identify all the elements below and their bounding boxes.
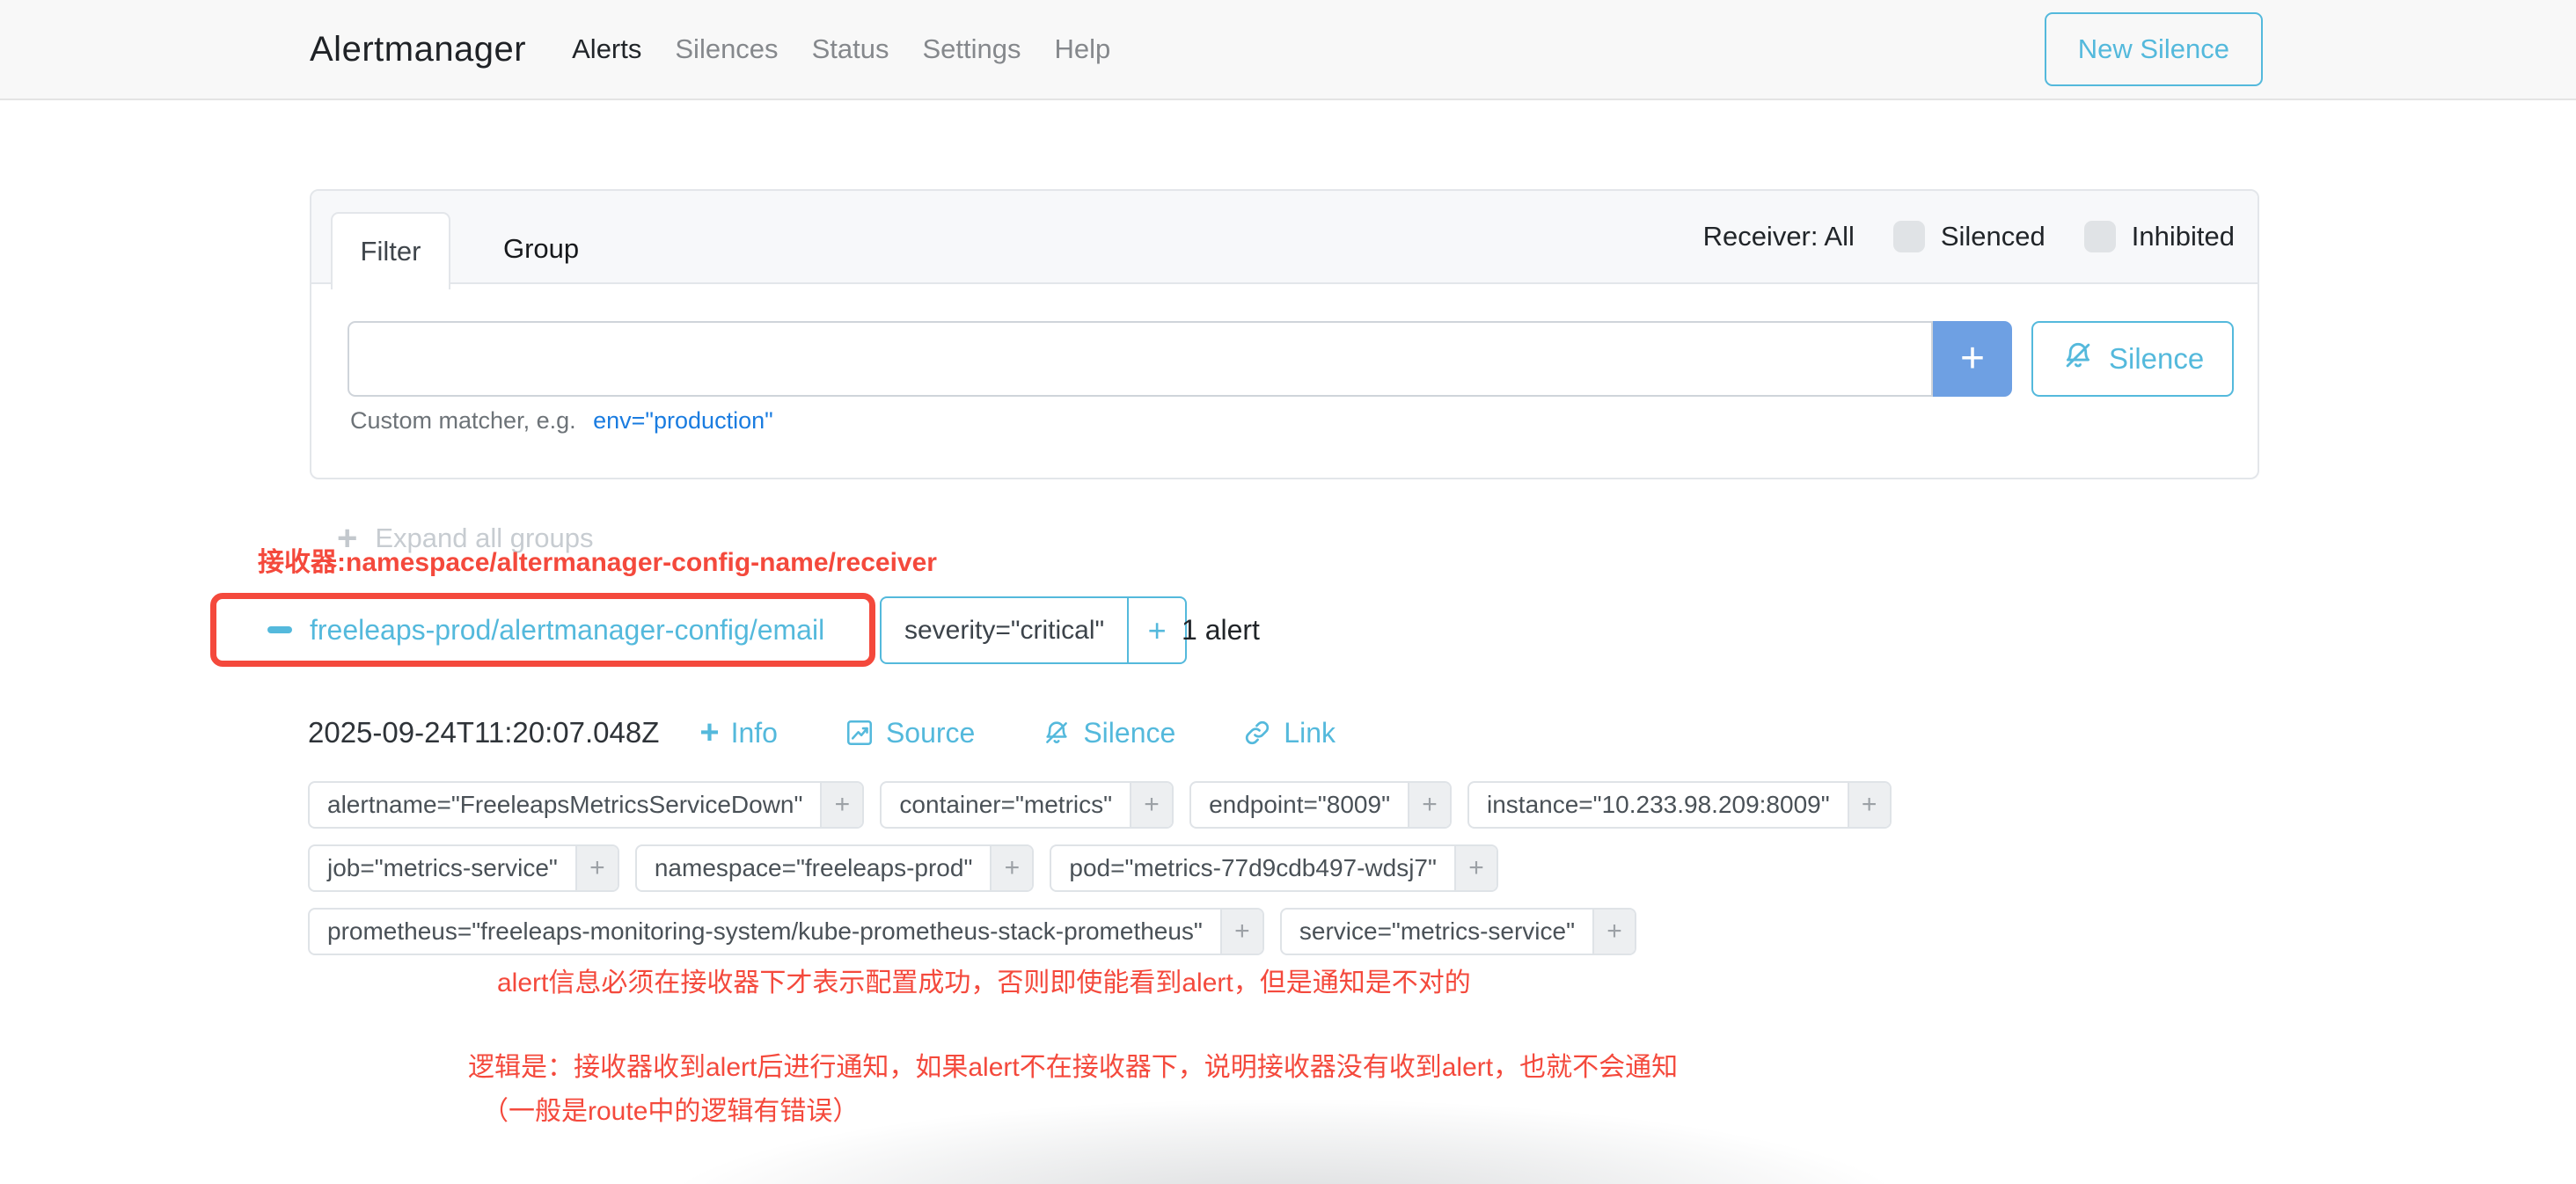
matcher-helper: Custom matcher, e.g. env="production"	[350, 407, 773, 435]
add-matcher-button[interactable]: +	[1933, 321, 2012, 397]
filter-silence-label: Silence	[2109, 342, 2204, 376]
alert-label-tag: service="metrics-service"+	[1280, 908, 1636, 955]
page: Alertmanager Alerts Silences Status Sett…	[0, 0, 2576, 1184]
alert-label-tag: prometheus="freeleaps-monitoring-system/…	[308, 908, 1264, 955]
annotation-logic-note: 逻辑是：接收器收到alert后进行通知，如果alert不在接收器下，说明接收器没…	[468, 1045, 1678, 1084]
filter-options: Receiver: All Silenced Inhibited	[1703, 191, 2235, 282]
alert-label-text: namespace="freeleaps-prod"	[637, 846, 991, 890]
alert-timestamp: 2025-09-24T11:20:07.048Z	[308, 716, 659, 749]
receiver-filter[interactable]: Receiver: All	[1703, 221, 1855, 252]
annotation-logic-note-2: （一般是route中的逻辑有错误）	[482, 1089, 859, 1128]
annotation-alert-note: alert信息必须在接收器下才表示配置成功，否则即使能看到alert，但是通知是…	[497, 961, 1471, 999]
alert-label-text: job="metrics-service"	[310, 846, 575, 890]
label-row: alertname="FreeleapsMetricsServiceDown"+…	[308, 781, 1892, 829]
group-receiver-name: freeleaps-prod/alertmanager-config/email	[310, 614, 824, 647]
inhibited-label: Inhibited	[2132, 221, 2235, 252]
filter-card: Filter Group Receiver: All Silenced Inhi…	[310, 189, 2259, 479]
filter-silence-button[interactable]: Silence	[2031, 321, 2234, 397]
nav-item-alerts[interactable]: Alerts	[572, 33, 641, 65]
main-nav: Alerts Silences Status Settings Help	[572, 33, 1110, 65]
alert-count: 1 alert	[1182, 596, 1260, 664]
alert-label-text: pod="metrics-77d9cdb497-wdsj7"	[1051, 846, 1454, 890]
alert-label-text: container="metrics"	[882, 783, 1130, 827]
add-group-matcher-button[interactable]: +	[1127, 598, 1185, 662]
alert-label-text: alertname="FreeleapsMetricsServiceDown"	[310, 783, 820, 827]
label-row: prometheus="freeleaps-monitoring-system/…	[308, 908, 1892, 955]
alert-label-tag: container="metrics"+	[880, 781, 1174, 829]
nav-item-silences[interactable]: Silences	[675, 33, 778, 65]
info-button[interactable]: + Info	[699, 716, 778, 749]
alert-labels: alertname="FreeleapsMetricsServiceDown"+…	[308, 781, 1892, 971]
tab-filter[interactable]: Filter	[331, 212, 450, 289]
alert-actions: + Info Source	[699, 716, 1336, 749]
matcher-helper-text: Custom matcher, e.g.	[350, 407, 576, 434]
app-brand[interactable]: Alertmanager	[310, 30, 526, 69]
nav-item-status[interactable]: Status	[812, 33, 889, 65]
alert-label-tag: endpoint="8009"+	[1189, 781, 1452, 829]
add-label-filter-button[interactable]: +	[990, 846, 1032, 890]
add-label-filter-button[interactable]: +	[1454, 846, 1497, 890]
alert-label-tag: namespace="freeleaps-prod"+	[635, 844, 1035, 892]
alert-label-tag: job="metrics-service"+	[308, 844, 619, 892]
silenced-toggle[interactable]: Silenced	[1893, 221, 2045, 252]
matcher-example-link[interactable]: env="production"	[593, 407, 773, 434]
chart-icon	[845, 718, 875, 748]
alert-label-text: endpoint="8009"	[1191, 783, 1408, 827]
navbar: Alertmanager Alerts Silences Status Sett…	[0, 0, 2576, 100]
collapse-group-button[interactable]: freeleaps-prod/alertmanager-config/email	[216, 614, 824, 647]
add-label-filter-button[interactable]: +	[1592, 910, 1635, 954]
alert-label-text: prometheus="freeleaps-monitoring-system/…	[310, 910, 1220, 954]
alert-label-tag: instance="10.233.98.209:8009"+	[1467, 781, 1892, 829]
bell-slash-icon	[2061, 339, 2095, 379]
silence-alert-button[interactable]: Silence	[1042, 717, 1175, 749]
nav-item-settings[interactable]: Settings	[922, 33, 1021, 65]
silenced-label: Silenced	[1941, 221, 2045, 252]
add-label-filter-button[interactable]: +	[820, 783, 862, 827]
link-button[interactable]: Link	[1242, 717, 1336, 749]
add-label-filter-button[interactable]: +	[1408, 783, 1450, 827]
add-label-filter-button[interactable]: +	[1220, 910, 1262, 954]
new-silence-button[interactable]: New Silence	[2045, 12, 2263, 86]
matcher-input[interactable]	[348, 321, 1933, 397]
annotation-receiver-note: 接收器:namespace/altermanager-config-name/r…	[258, 540, 937, 579]
inhibited-checkbox[interactable]	[2084, 221, 2116, 252]
add-label-filter-button[interactable]: +	[1130, 783, 1172, 827]
source-button[interactable]: Source	[845, 717, 975, 749]
group-matcher-text: severity="critical"	[882, 598, 1127, 662]
alert-label-text: service="metrics-service"	[1282, 910, 1592, 954]
alert-label-text: instance="10.233.98.209:8009"	[1469, 783, 1848, 827]
alert-label-tag: pod="metrics-77d9cdb497-wdsj7"+	[1050, 844, 1498, 892]
filter-card-header: Filter Group Receiver: All Silenced Inhi…	[311, 191, 2258, 284]
alert-label-tag: alertname="FreeleapsMetricsServiceDown"+	[308, 781, 864, 829]
link-icon	[1242, 718, 1272, 748]
plus-icon: +	[699, 716, 719, 749]
alert-header-row: 2025-09-24T11:20:07.048Z + Info Source	[308, 704, 1336, 762]
inhibited-toggle[interactable]: Inhibited	[2084, 221, 2235, 252]
tab-group[interactable]: Group	[480, 212, 602, 286]
nav-item-help[interactable]: Help	[1054, 33, 1110, 65]
annotation-highlight-box: freeleaps-prod/alertmanager-config/email	[210, 593, 875, 667]
silenced-checkbox[interactable]	[1893, 221, 1925, 252]
add-label-filter-button[interactable]: +	[1848, 783, 1890, 827]
add-label-filter-button[interactable]: +	[575, 846, 618, 890]
minus-icon	[267, 626, 292, 633]
bell-slash-icon	[1042, 718, 1072, 748]
label-row: job="metrics-service"+namespace="freelea…	[308, 844, 1892, 892]
group-matcher-chip: severity="critical" +	[880, 596, 1187, 664]
